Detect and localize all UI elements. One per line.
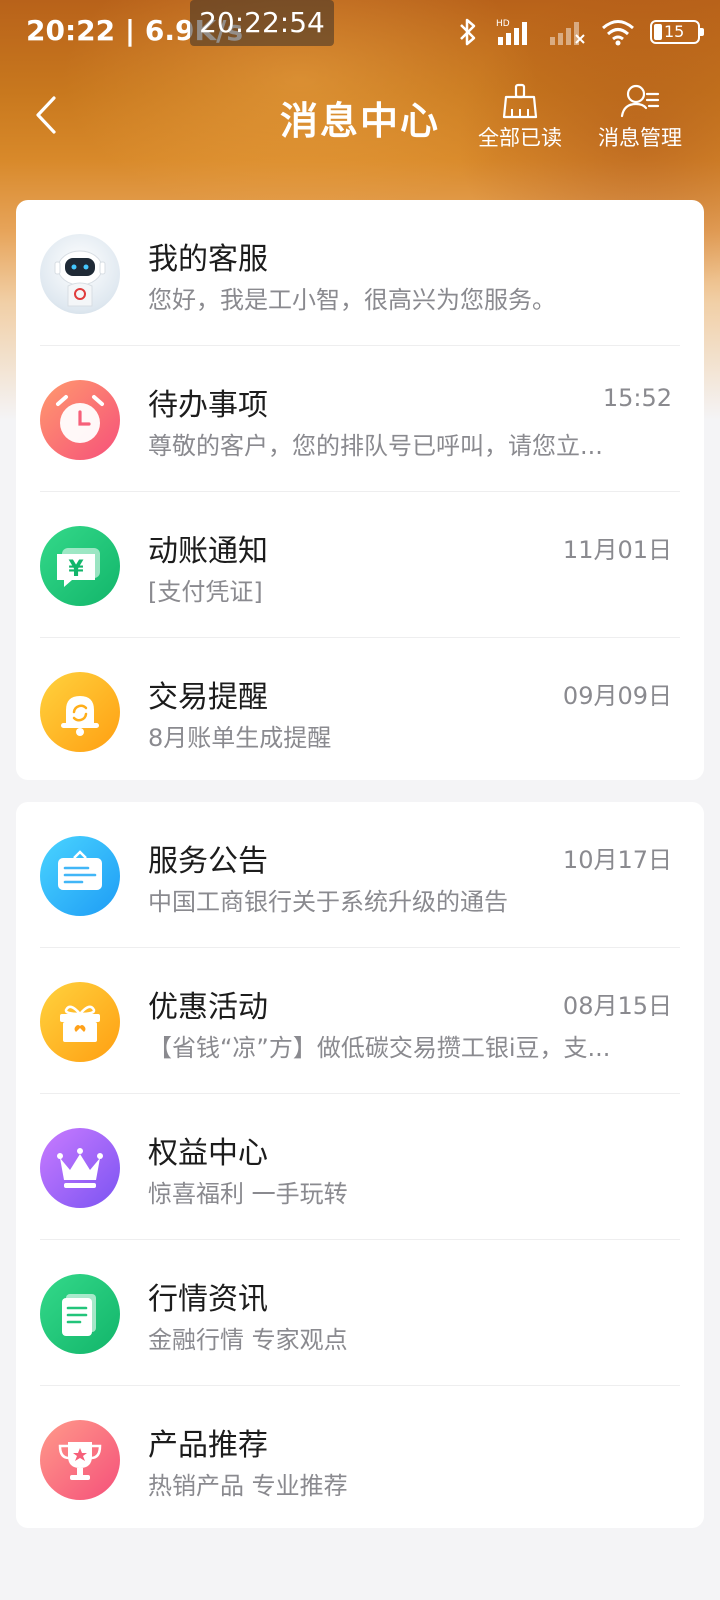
- message-row-product-recommend[interactable]: 产品推荐 热销产品 专业推荐: [16, 1386, 704, 1528]
- alarm-clock-icon: [40, 380, 120, 460]
- message-time: 10月17日: [562, 846, 672, 874]
- message-preview: 尊敬的客户，您的排队号已呼叫，请您立...: [148, 432, 603, 460]
- bell-icon: [40, 672, 120, 752]
- message-group-2: 服务公告 中国工商银行关于系统升级的通告 10月17日 优惠活动 【省钱“凉”方…: [16, 802, 704, 1528]
- message-time: 08月15日: [562, 992, 672, 1020]
- message-title: 动账通知: [148, 534, 268, 569]
- message-preview: 热销产品 专业推荐: [148, 1472, 348, 1500]
- floating-clock: 20:22:54: [190, 0, 334, 46]
- signal-weak-icon: [550, 22, 585, 45]
- message-row-account-change[interactable]: ¥ 动账通知 [支付凭证] 11月01日: [16, 492, 704, 638]
- message-title: 产品推荐: [148, 1428, 268, 1463]
- message-preview: 您好，我是工小智，很高兴为您服务。: [148, 286, 556, 314]
- message-time: 15:52: [602, 384, 672, 412]
- svg-text:HD: HD: [496, 19, 510, 29]
- message-title: 交易提醒: [148, 680, 268, 715]
- battery-icon: 15: [650, 20, 704, 44]
- message-group-1: 我的客服 您好，我是工小智，很高兴为您服务。 待办事项 尊敬的客户，您的排队号已…: [16, 200, 704, 780]
- battery-level: 15: [664, 22, 685, 41]
- message-preview: 8月账单生成提醒: [148, 724, 332, 752]
- svg-text:¥: ¥: [68, 557, 84, 582]
- crown-icon: [40, 1128, 120, 1208]
- robot-avatar-icon: [40, 234, 120, 314]
- signal-hd-icon: HD: [496, 19, 527, 45]
- message-preview: 金融行情 专家观点: [148, 1326, 348, 1354]
- user-settings-icon: [620, 84, 660, 118]
- status-bar: 20:22 | 6.9K/s 20:22:54 HD 15: [0, 0, 720, 66]
- message-title: 服务公告: [148, 844, 268, 879]
- message-row-market-news[interactable]: 行情资讯 金融行情 专家观点: [16, 1240, 704, 1386]
- message-row-todo[interactable]: 待办事项 尊敬的客户，您的排队号已呼叫，请您立... 15:52: [16, 346, 704, 492]
- message-title: 优惠活动: [148, 990, 268, 1025]
- message-manage-label: 消息管理: [598, 126, 682, 150]
- message-row-benefits[interactable]: 权益中心 惊喜福利 一手玩转: [16, 1094, 704, 1240]
- message-preview: [支付凭证]: [148, 578, 263, 606]
- broom-icon: [502, 83, 538, 119]
- message-manage-button[interactable]: 消息管理: [598, 82, 682, 152]
- message-preview: 惊喜福利 一手玩转: [148, 1180, 348, 1208]
- message-row-service-notice[interactable]: 服务公告 中国工商银行关于系统升级的通告 10月17日: [16, 802, 704, 948]
- wifi-icon: [602, 20, 634, 46]
- nav-bar: 消息中心 全部已读 消息管理: [0, 66, 720, 166]
- status-icons: HD 15: [456, 14, 704, 50]
- message-row-customer-service[interactable]: 我的客服 您好，我是工小智，很高兴为您服务。: [16, 200, 704, 346]
- message-row-promotions[interactable]: 优惠活动 【省钱“凉”方】做低碳交易攒工银i豆，支... 08月15日: [16, 948, 704, 1094]
- bluetooth-icon: [460, 18, 476, 46]
- document-icon: [40, 1274, 120, 1354]
- message-title: 权益中心: [148, 1136, 268, 1171]
- yuan-message-icon: ¥: [40, 526, 120, 606]
- message-title: 待办事项: [148, 388, 268, 423]
- gift-box-icon: [40, 982, 120, 1062]
- mark-all-read-label: 全部已读: [478, 126, 562, 150]
- message-title: 我的客服: [148, 242, 268, 277]
- message-preview: 【省钱“凉”方】做低碳交易攒工银i豆，支...: [148, 1034, 611, 1062]
- notice-board-icon: [40, 836, 120, 916]
- message-title: 行情资讯: [148, 1282, 268, 1317]
- message-preview: 中国工商银行关于系统升级的通告: [148, 888, 508, 916]
- message-time: 09月09日: [562, 682, 672, 710]
- trophy-icon: [40, 1420, 120, 1500]
- mark-all-read-button[interactable]: 全部已读: [478, 82, 562, 152]
- message-time: 11月01日: [562, 536, 672, 564]
- message-row-transaction-reminder[interactable]: 交易提醒 8月账单生成提醒 09月09日: [16, 638, 704, 780]
